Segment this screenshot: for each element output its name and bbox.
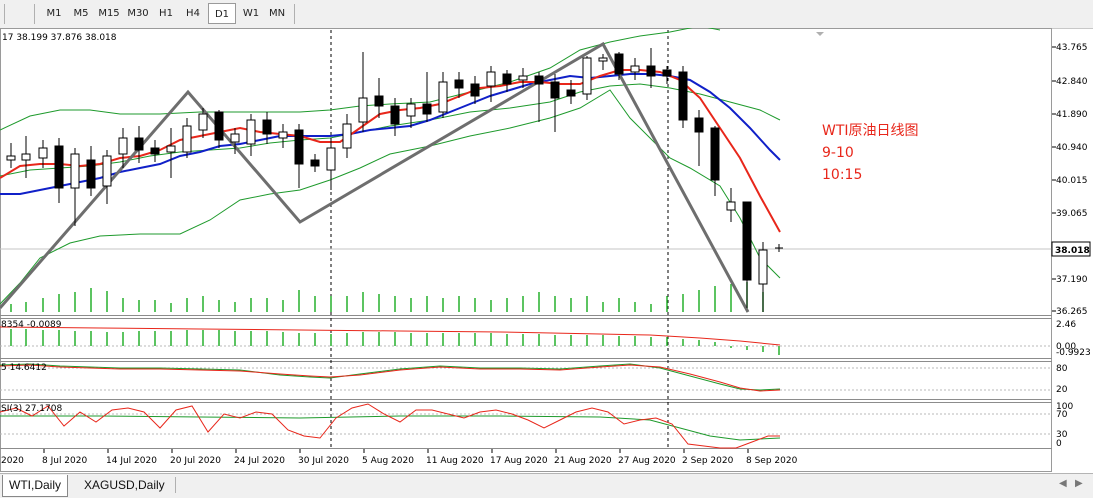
date-label: 17 Aug 2020 (490, 456, 548, 466)
rsi-scale-label: 0 (1056, 439, 1062, 449)
price-scale: 43.765 42.840 41.890 40.940 40.015 39.06… (1052, 43, 1088, 317)
annotation-time: 10:15 (822, 167, 862, 183)
tab-separator (175, 477, 176, 493)
tab-xagusd-daily[interactable]: XAGUSD,Daily (78, 475, 171, 496)
toolbar-separator (34, 4, 35, 24)
date-label: 2020 (1, 456, 24, 466)
toolbar-separator (294, 4, 295, 24)
chart-frame (0, 28, 1052, 472)
price-chart[interactable]: 43.765 42.840 41.890 40.940 40.015 39.06… (0, 28, 1093, 473)
date-label: 21 Aug 2020 (554, 456, 612, 466)
rsi-scale-label: 70 (1056, 410, 1068, 420)
macd-header: 8354 -0.0089 (1, 320, 62, 330)
rsi-header: SI(3) 27.1708 (1, 404, 62, 414)
price-label: 42.840 (1056, 77, 1088, 87)
date-label: 2 Sep 2020 (682, 456, 734, 466)
timeframe-m5-button[interactable]: M5 (67, 3, 95, 24)
timeframe-mn-button[interactable]: MN (263, 3, 291, 24)
chart-tab-bar: WTI,Daily XAGUSD,Daily ◀ ▶ (0, 473, 1093, 498)
scroll-right-icon[interactable]: ▶ (1075, 478, 1083, 489)
date-label: 5 Aug 2020 (362, 456, 414, 466)
price-label: 43.765 (1056, 43, 1088, 53)
price-label: 40.015 (1056, 176, 1088, 186)
date-label: 8 Jul 2020 (42, 456, 87, 466)
timeframe-m30-button[interactable]: M30 (124, 3, 152, 24)
date-label: 30 Jul 2020 (298, 456, 349, 466)
date-label: 20 Jul 2020 (170, 456, 221, 466)
price-label: 41.890 (1056, 110, 1088, 120)
date-label: 8 Sep 2020 (746, 456, 798, 466)
scroll-left-icon[interactable]: ◀ (1059, 478, 1067, 489)
price-label: 39.065 (1056, 209, 1088, 219)
annotation-title: WTI原油日线图 (822, 123, 919, 139)
macd-scale-label: 2.46 (1056, 320, 1076, 330)
macd-scale-label: -0.9923 (1056, 348, 1091, 358)
date-label: 11 Aug 2020 (426, 456, 484, 466)
timeframe-h4-button[interactable]: H4 (179, 3, 207, 24)
indicator-scales: 2.46 0.00 -0.9923 80 20 100 70 30 0 (1056, 320, 1091, 449)
tab-wti-daily[interactable]: WTI,Daily (2, 475, 68, 497)
price-label: 40.940 (1056, 143, 1088, 153)
timeframe-m1-button[interactable]: M1 (40, 3, 68, 24)
timeframe-w1-button[interactable]: W1 (237, 3, 265, 24)
date-label: 24 Jul 2020 (234, 456, 285, 466)
timeframe-h1-button[interactable]: H1 (152, 3, 180, 24)
toolbar-grip (4, 4, 5, 24)
timeframe-d1-button[interactable]: D1 (208, 3, 236, 24)
stoch-header: 5 14.6412 (1, 363, 47, 373)
stoch-scale-label: 80 (1056, 364, 1068, 374)
stoch-scale-label: 20 (1056, 385, 1068, 395)
price-label: 36.265 (1056, 307, 1088, 317)
date-label: 14 Jul 2020 (106, 456, 157, 466)
current-price-value: 38.018 (1055, 246, 1090, 256)
timeframe-m15-button[interactable]: M15 (95, 3, 123, 24)
ohlc-header: 17 38.199 37.876 38.018 (2, 33, 117, 43)
timeframe-toolbar: M1 M5 M15 M30 H1 H4 D1 W1 MN (0, 0, 1093, 29)
price-label: 37.190 (1056, 275, 1088, 285)
date-label: 27 Aug 2020 (618, 456, 676, 466)
annotation-date: 9-10 (822, 145, 854, 161)
